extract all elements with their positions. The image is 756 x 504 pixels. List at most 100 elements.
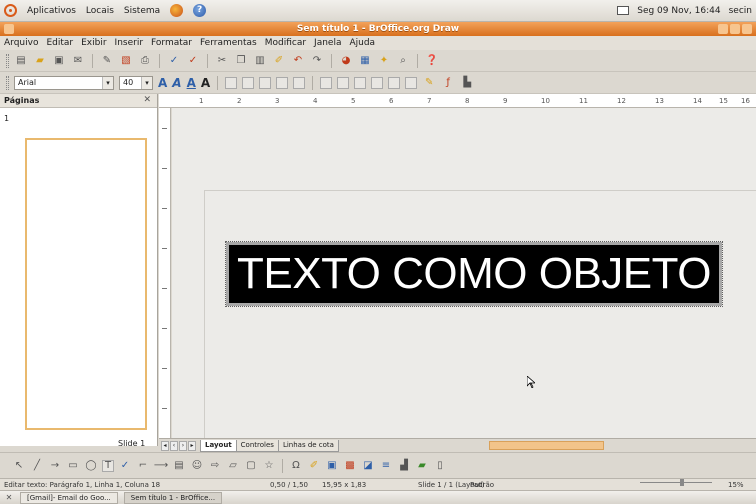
basic-shapes-icon[interactable]: ▤: [172, 459, 186, 473]
export-pdf-icon[interactable]: ▧: [119, 54, 133, 68]
toggle-extrusion-icon[interactable]: ▯: [433, 459, 447, 473]
fontwork-icon[interactable]: ✐: [307, 459, 321, 473]
firefox-launcher-icon[interactable]: [170, 4, 184, 17]
italic-icon[interactable]: A: [172, 76, 181, 90]
indent-icon[interactable]: [354, 76, 367, 89]
spellcheck-icon[interactable]: ✓: [167, 54, 181, 68]
font-size-combo[interactable]: 40 ▾: [119, 75, 153, 90]
panel-menu-applications[interactable]: Aplicativos: [27, 6, 76, 16]
panel-user[interactable]: secin: [729, 6, 752, 16]
redo-icon[interactable]: ↷: [310, 54, 324, 68]
connector-tool-icon[interactable]: ⌐: [136, 459, 150, 473]
menu-modificar[interactable]: Modificar: [265, 38, 306, 48]
maximize-button[interactable]: [730, 24, 740, 34]
next-tab-button[interactable]: ›: [179, 440, 187, 451]
status-zoom[interactable]: 15%: [728, 481, 744, 489]
edit-file-icon[interactable]: ✎: [100, 54, 114, 68]
panel-menu-system[interactable]: Sistema: [124, 6, 160, 16]
cut-icon[interactable]: ✂: [215, 54, 229, 68]
menu-exibir[interactable]: Exibir: [81, 38, 106, 48]
menu-formatar[interactable]: Formatar: [151, 38, 192, 48]
bullets-icon[interactable]: [320, 76, 333, 89]
help-icon[interactable]: ❓: [425, 54, 439, 68]
taskbar-item-gmail[interactable]: [Gmail]- Email do Goo...: [20, 491, 118, 504]
show-draw-functions-icon[interactable]: ▦: [358, 54, 372, 68]
print-icon[interactable]: ⎙: [138, 54, 152, 68]
horizontal-ruler[interactable]: 1 2 3 4 5 6 7 8 9 10 11 12 13 14 15 16: [159, 94, 756, 108]
menu-editar[interactable]: Editar: [46, 38, 73, 48]
from-file-icon[interactable]: ▣: [325, 459, 339, 473]
symbol-shapes-icon[interactable]: ☺: [190, 459, 204, 473]
arrange-icon[interactable]: ▟: [397, 459, 411, 473]
copy-icon[interactable]: ❐: [234, 54, 248, 68]
email-document-icon[interactable]: ✉: [71, 54, 85, 68]
text-box-icon[interactable]: [405, 76, 418, 89]
text-object-content[interactable]: TEXTO COMO OBJETO: [237, 249, 711, 299]
line-tool-icon[interactable]: ╱: [30, 459, 44, 473]
block-arrows-icon[interactable]: ⇨: [208, 459, 222, 473]
tab-linhas-de-cota[interactable]: Linhas de cota: [277, 439, 339, 452]
menu-ajuda[interactable]: Ajuda: [349, 38, 375, 48]
points-icon[interactable]: Ω: [289, 459, 303, 473]
align-center-icon[interactable]: [242, 76, 255, 89]
character-icon[interactable]: [371, 76, 384, 89]
effects-icon[interactable]: ƒ: [441, 76, 455, 90]
callouts-icon[interactable]: ▢: [244, 459, 258, 473]
save-icon[interactable]: ▣: [52, 54, 66, 68]
new-document-icon[interactable]: ▤: [14, 54, 28, 68]
underline-icon[interactable]: A: [187, 76, 196, 90]
show-desktop-icon[interactable]: ✕: [4, 493, 14, 503]
text-object[interactable]: TEXTO COMO OBJETO: [225, 241, 723, 307]
menu-ferramentas[interactable]: Ferramentas: [200, 38, 257, 48]
stars-icon[interactable]: ☆: [262, 459, 276, 473]
flowchart-icon[interactable]: ▱: [226, 459, 240, 473]
drawing-canvas[interactable]: TEXTO COMO OBJETO: [172, 108, 756, 438]
line-spacing-icon[interactable]: [293, 76, 306, 89]
minimize-button[interactable]: [718, 24, 728, 34]
fill-color-icon[interactable]: ▙: [460, 76, 474, 90]
toolbar-grip[interactable]: [6, 75, 9, 90]
close-window-button[interactable]: [742, 24, 752, 34]
slide-thumbnail[interactable]: [25, 138, 147, 430]
font-name-combo[interactable]: Arial ▾: [14, 75, 114, 90]
font-grow-icon[interactable]: A: [158, 76, 167, 90]
align-right-icon[interactable]: [259, 76, 272, 89]
zoom-slider[interactable]: [640, 479, 712, 487]
format-paintbrush-icon[interactable]: ✐: [272, 54, 286, 68]
vertical-ruler[interactable]: [159, 108, 171, 438]
open-folder-icon[interactable]: ▰: [33, 54, 47, 68]
menu-inserir[interactable]: Inserir: [115, 38, 144, 48]
justify-icon[interactable]: [276, 76, 289, 89]
chevron-down-icon[interactable]: ▾: [102, 76, 113, 89]
rectangle-tool-icon[interactable]: ▭: [66, 459, 80, 473]
bold-icon[interactable]: A: [201, 76, 210, 90]
align-left-icon[interactable]: [225, 76, 238, 89]
paragraph-icon[interactable]: [388, 76, 401, 89]
extrusion-icon[interactable]: ◪: [361, 459, 375, 473]
mail-indicator-icon[interactable]: [617, 6, 630, 15]
gallery-icon[interactable]: ▩: [343, 459, 357, 473]
help-launcher-icon[interactable]: ?: [193, 4, 207, 17]
lines-arrows-icon[interactable]: ⟶: [154, 459, 168, 473]
window-titlebar[interactable]: Sem título 1 - BrOffice.org Draw: [0, 22, 756, 36]
toolbar-grip[interactable]: [6, 53, 9, 68]
select-arrow-icon[interactable]: ↖: [12, 459, 26, 473]
tab-controles[interactable]: Controles: [235, 439, 279, 452]
menu-arquivo[interactable]: Arquivo: [4, 38, 38, 48]
prev-tab-button[interactable]: ‹: [170, 440, 178, 451]
brush-icon[interactable]: ✎: [422, 76, 436, 90]
last-tab-button[interactable]: ▸: [188, 440, 196, 451]
window-menu-button[interactable]: [4, 24, 14, 34]
ellipse-tool-icon[interactable]: ◯: [84, 459, 98, 473]
align-objects-icon[interactable]: ≡: [379, 459, 393, 473]
menu-janela[interactable]: Janela: [314, 38, 341, 48]
taskbar-item-broffice[interactable]: Sem título 1 - BrOffice...: [123, 491, 223, 504]
first-tab-button[interactable]: ◂: [161, 440, 169, 451]
undo-icon[interactable]: ↶: [291, 54, 305, 68]
arrow-line-icon[interactable]: →: [48, 459, 62, 473]
zoom-icon[interactable]: ⌕: [396, 54, 410, 68]
chevron-down-icon[interactable]: ▾: [141, 76, 152, 89]
panel-clock[interactable]: Seg 09 Nov, 16:44: [637, 6, 720, 16]
close-pane-icon[interactable]: ✕: [143, 95, 151, 105]
horizontal-scrollbar-thumb[interactable]: [489, 441, 604, 450]
